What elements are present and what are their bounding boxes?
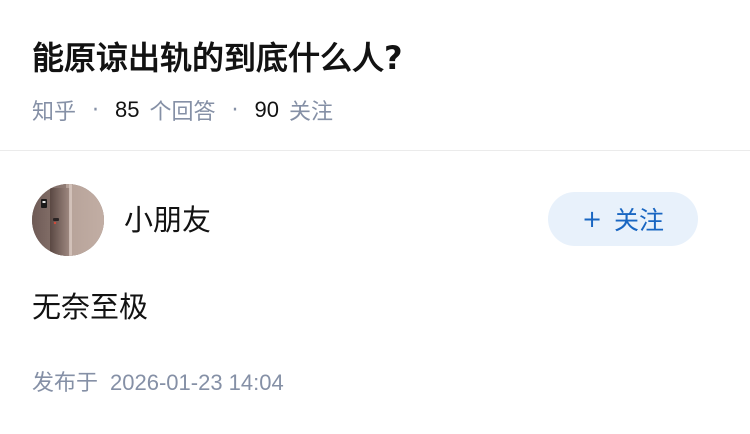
avatar-photo-icon xyxy=(32,184,104,256)
source-label[interactable]: 知乎 xyxy=(32,94,76,126)
publish-time: 发布于 2026-01-23 14:04 xyxy=(32,367,284,400)
question-title[interactable]: 能原谅出轨的到底什么人? xyxy=(32,36,403,80)
question-meta: 知乎 · 85 个回答 · 90 关注 xyxy=(32,94,333,126)
answer-count-label[interactable]: 个回答 xyxy=(150,94,216,126)
author-name[interactable]: 小朋友 xyxy=(124,202,211,238)
follower-count: 90 xyxy=(254,97,279,122)
question-header: 能原谅出轨的到底什么人? 知乎 · 85 个回答 · 90 关注 xyxy=(0,0,750,151)
published-time: 2026-01-23 14:04 xyxy=(110,370,284,395)
plus-icon: + xyxy=(581,205,603,233)
follower-count-label[interactable]: 关注 xyxy=(289,94,333,126)
answer-content[interactable]: 无奈至极 xyxy=(32,287,148,327)
answer-card: 小朋友 + 关注 无奈至极 发布于 2026-01-23 14:04 xyxy=(0,151,750,434)
meta-separator: · xyxy=(92,97,100,123)
answer-count: 85 xyxy=(115,97,140,122)
avatar[interactable] xyxy=(32,184,104,256)
author-row: 小朋友 + 关注 xyxy=(32,184,718,256)
published-label: 发布于 xyxy=(32,371,99,396)
follow-button[interactable]: + 关注 xyxy=(548,192,698,246)
meta-separator: · xyxy=(231,97,239,123)
follow-button-label: 关注 xyxy=(614,206,665,235)
